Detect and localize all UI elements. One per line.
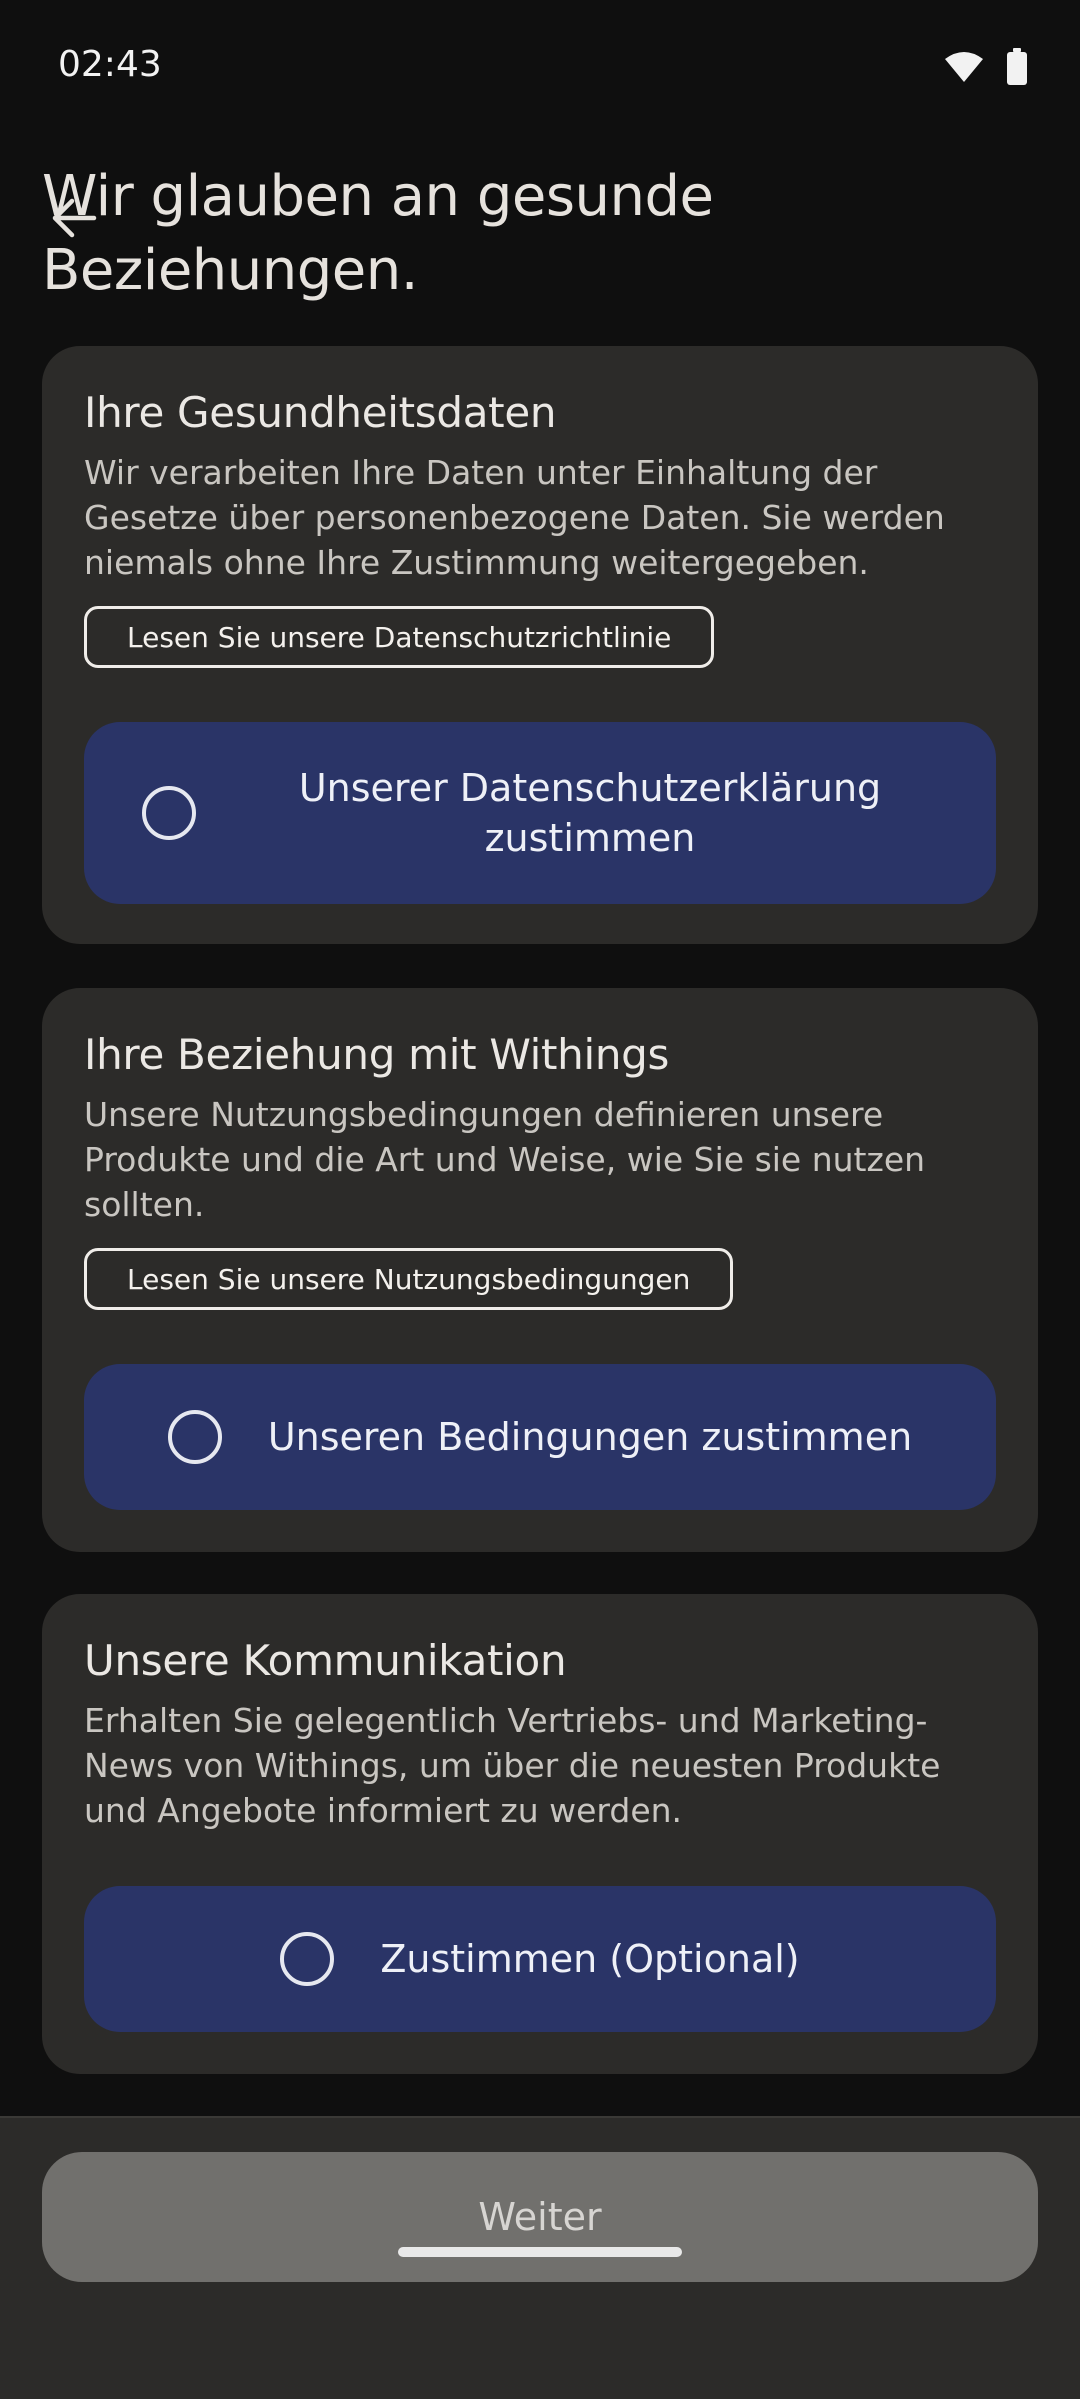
card-description: Unsere Nutzungsbedingungen definieren un…: [84, 1095, 926, 1224]
consent-label: Unserer Datenschutzerklärung zustimmen: [299, 763, 881, 863]
card-title: Ihre Gesundheitsdaten: [84, 388, 557, 437]
page-title-line-1: Wir glauben an gesunde: [42, 164, 714, 229]
continue-button[interactable]: Weiter: [42, 2152, 1038, 2282]
consent-label-line-2: zustimmen: [484, 816, 696, 860]
card-title: Ihre Beziehung mit Withings: [84, 1030, 670, 1079]
radio-unchecked-icon: [280, 1932, 335, 1986]
accept-privacy-policy-button[interactable]: Unserer Datenschutzerklärung zustimmen: [84, 722, 996, 904]
radio-unchecked-icon: [142, 786, 196, 840]
card-withings-relationship: Ihre Beziehung mit Withings Unsere Nutzu…: [42, 988, 1038, 1552]
consent-label-line-1: Unserer Datenschutzerklärung: [298, 766, 882, 810]
radio-unchecked-icon: [167, 1410, 222, 1464]
status-icons: [944, 48, 1028, 86]
consent-screen: 02:43 Wir glauben an gesunde Beziehungen…: [0, 0, 1080, 2399]
page-title-line-2: Beziehungen.: [42, 238, 419, 303]
card-description: Erhalten Sie gelegentlich Vertriebs- und…: [84, 1701, 941, 1830]
bottom-bar: Weiter: [0, 2116, 1080, 2399]
read-terms-of-use-button[interactable]: Lesen Sie unsere Nutzungsbedingungen: [84, 1248, 734, 1310]
page-title: Wir glauben an gesunde Beziehungen.: [42, 160, 1022, 308]
accept-terms-button[interactable]: Unseren Bedingungen zustimmen: [84, 1364, 996, 1510]
status-bar: 02:43: [0, 0, 1080, 134]
card-communication: Unsere Kommunikation Erhalten Sie gelege…: [42, 1594, 1038, 2074]
status-time: 02:43: [58, 44, 162, 85]
card-title: Unsere Kommunikation: [84, 1636, 567, 1685]
wifi-icon: [944, 51, 984, 83]
battery-icon: [1006, 48, 1028, 86]
consent-label: Unseren Bedingungen zustimmen: [267, 1415, 913, 1459]
read-privacy-policy-button[interactable]: Lesen Sie unsere Datenschutzrichtlinie: [84, 606, 715, 668]
consent-label: Zustimmen (Optional): [380, 1937, 800, 1981]
home-indicator[interactable]: [398, 2247, 682, 2257]
card-health-data: Ihre Gesundheitsdaten Wir verarbeiten Ih…: [42, 346, 1038, 944]
card-description: Wir verarbeiten Ihre Daten unter Einhalt…: [84, 453, 945, 582]
accept-marketing-button[interactable]: Zustimmen (Optional): [84, 1886, 996, 2032]
back-arrow-icon[interactable]: [46, 190, 102, 246]
